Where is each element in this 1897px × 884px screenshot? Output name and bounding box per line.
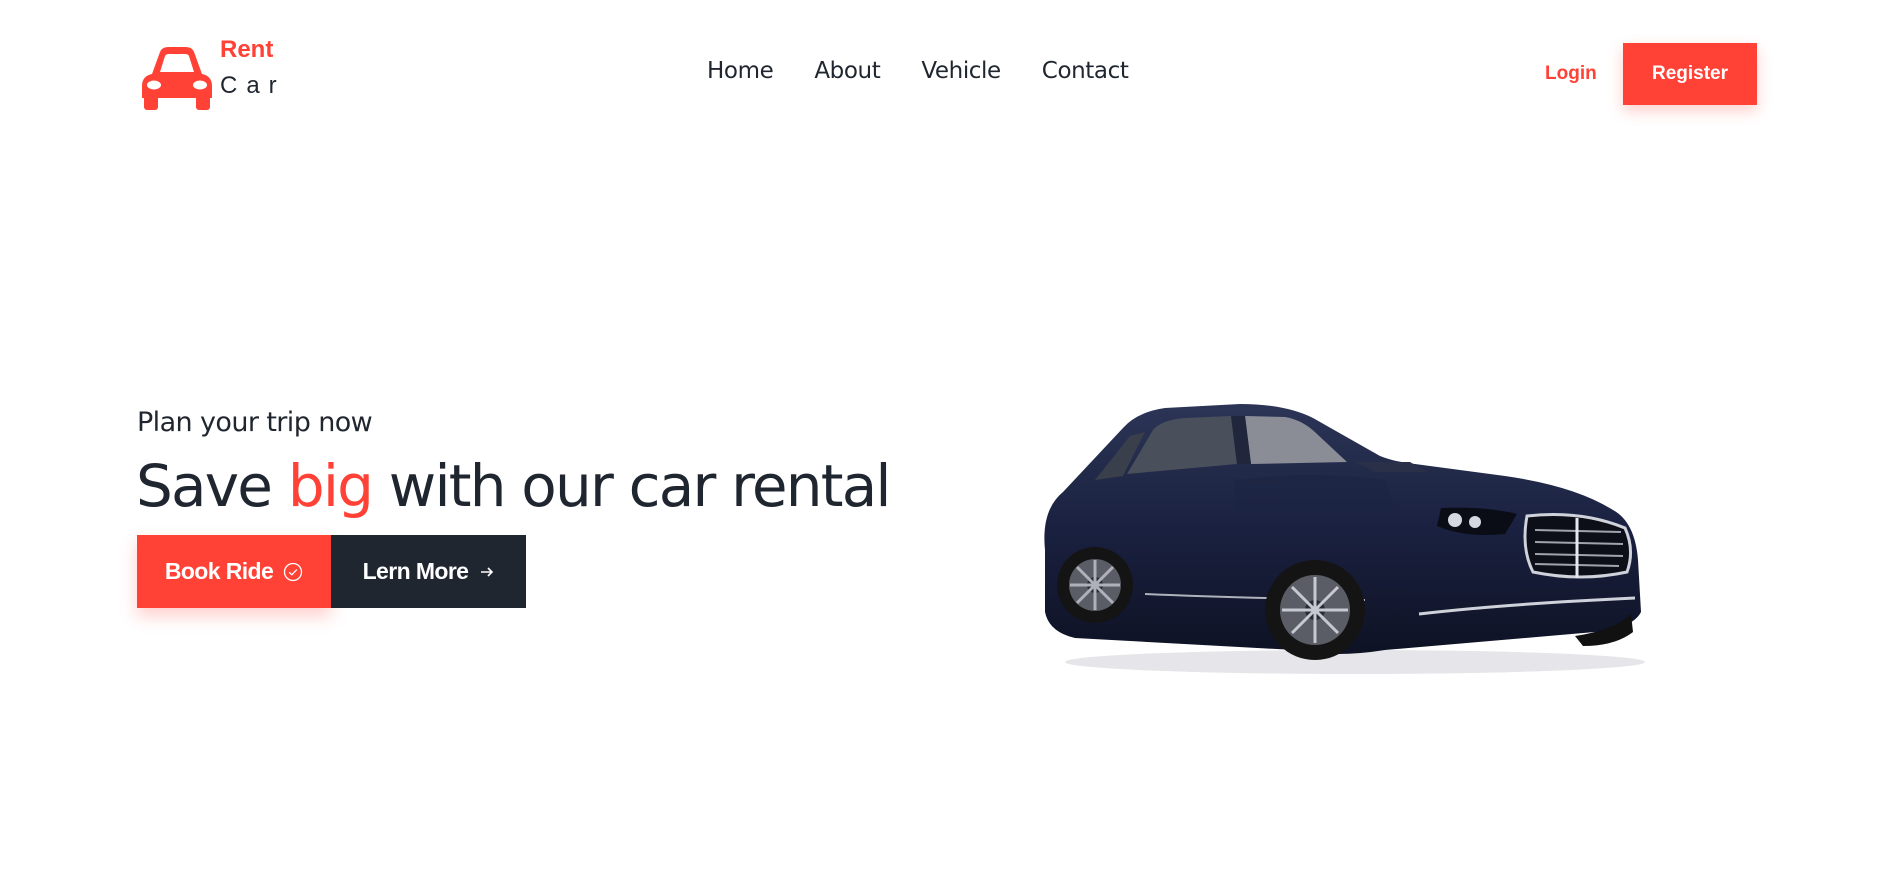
- check-circle-icon: [284, 562, 303, 581]
- logo-line-car: Car: [220, 72, 286, 99]
- hero-title: Save big with our car rental: [136, 452, 892, 520]
- nav-home[interactable]: Home: [707, 58, 774, 84]
- logo-line-rent: Rent: [220, 36, 274, 63]
- hero-title-start: Save: [136, 452, 288, 520]
- nav-vehicle[interactable]: Vehicle: [921, 58, 1001, 84]
- arrow-right-icon: [481, 566, 494, 577]
- hero-title-end: with our car rental: [372, 452, 892, 520]
- learn-more-button[interactable]: Lern More: [331, 535, 526, 608]
- login-link[interactable]: Login: [1545, 63, 1597, 85]
- nav-contact[interactable]: Contact: [1042, 58, 1129, 84]
- logo[interactable]: Rent Car: [138, 38, 286, 112]
- car-image: [1044, 404, 1645, 674]
- hero-subtitle: Plan your trip now: [137, 407, 373, 438]
- book-ride-button[interactable]: Book Ride: [137, 535, 331, 608]
- book-ride-label: Book Ride: [164, 558, 274, 584]
- learn-more-label: Lern More: [362, 558, 469, 584]
- logo-text: Rent Car: [220, 38, 286, 98]
- site-header: Rent Car Home About Vehicle Contact Logi…: [0, 0, 1897, 150]
- register-button[interactable]: Register: [1623, 43, 1757, 105]
- hero-title-accent: big: [287, 452, 374, 520]
- car-icon: [138, 44, 216, 112]
- main-nav: Home About Vehicle Contact: [707, 58, 1129, 84]
- nav-about[interactable]: About: [814, 58, 880, 84]
